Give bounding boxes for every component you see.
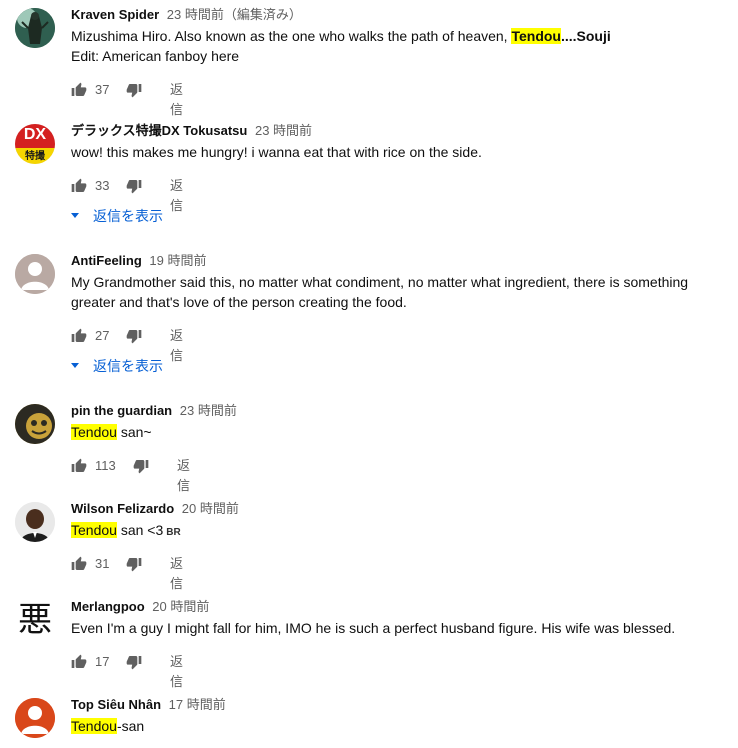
avatar-image (15, 404, 55, 444)
like-count: 17 (95, 654, 110, 669)
avatar[interactable] (15, 404, 55, 444)
avatar-image (15, 8, 55, 48)
comment-author[interactable]: AntiFeeling (71, 253, 142, 268)
like-icon[interactable] (71, 82, 87, 102)
highlighted-term: Tendou (71, 522, 117, 538)
dislike-icon[interactable] (133, 458, 149, 478)
comment-text: Even I'm a guy I might fall for him, IMO… (71, 620, 676, 636)
chevron-down-icon (71, 362, 79, 368)
dislike-icon[interactable] (126, 328, 142, 348)
reply-button[interactable]: 返信 (170, 326, 183, 363)
like-count: 31 (95, 556, 110, 571)
comment-author[interactable]: Merlangpoo (71, 599, 145, 614)
like-icon[interactable] (71, 328, 87, 348)
reply-button[interactable]: 返信 (170, 176, 183, 213)
comment-text: Tendou-san (71, 718, 145, 734)
like-icon[interactable] (71, 654, 87, 674)
comment-author[interactable]: Wilson Felizardo (71, 501, 174, 516)
reply-button[interactable]: 返信 (170, 652, 183, 689)
avatar[interactable] (15, 698, 55, 738)
like-icon[interactable] (71, 458, 87, 478)
avatar[interactable]: DX 特撮 (15, 124, 55, 164)
like-count: 33 (95, 178, 110, 193)
default-avatar-icon (15, 698, 55, 738)
avatar-image (15, 502, 55, 542)
reply-button[interactable]: 返信 (170, 80, 183, 117)
comment-author[interactable]: pin the guardian (71, 403, 172, 418)
avatar-logo-subtext: 特撮 (25, 151, 45, 162)
comment-timestamp[interactable]: 23 時間前 (180, 403, 237, 418)
reply-button[interactable]: 返信 (177, 456, 190, 493)
avatar-glyph: 悪 (18, 600, 52, 640)
dislike-icon[interactable] (126, 82, 142, 102)
dislike-icon[interactable] (126, 556, 142, 576)
flag-emoji: BR (166, 527, 181, 538)
show-replies-button[interactable]: 返信を表示 (71, 206, 163, 226)
comment-text: Tendou san <3 BR (71, 522, 181, 538)
avatar[interactable] (15, 254, 55, 294)
comment-timestamp[interactable]: 19 時間前 (149, 253, 206, 268)
comment-author[interactable]: Kraven Spider (71, 7, 159, 22)
like-count: 113 (95, 458, 116, 473)
avatar[interactable]: 悪 (15, 600, 55, 640)
highlighted-term: Tendou (511, 28, 561, 44)
highlighted-term: Tendou (71, 718, 117, 734)
like-count: 37 (95, 82, 110, 97)
comment-text: Mizushima Hiro. Also known as the one wh… (71, 28, 611, 64)
chevron-down-icon (71, 212, 79, 218)
edited-label: （編集済み） (223, 7, 302, 22)
comment-text: My Grandmother said this, no matter what… (71, 274, 689, 310)
dislike-icon[interactable] (126, 654, 142, 674)
comment-timestamp[interactable]: 23 時間前 (167, 7, 224, 22)
show-replies-button[interactable]: 返信を表示 (71, 356, 163, 376)
comment-text: wow! this makes me hungry! i wanna eat t… (71, 144, 482, 160)
comment-timestamp[interactable]: 23 時間前 (255, 123, 312, 138)
like-count: 27 (95, 328, 110, 343)
comment-timestamp[interactable]: 20 時間前 (182, 501, 239, 516)
dislike-icon[interactable] (126, 178, 142, 198)
like-icon[interactable] (71, 178, 87, 198)
avatar-logo-text: DX (23, 126, 47, 143)
avatar[interactable] (15, 502, 55, 542)
comment-author[interactable]: デラックス特撮DX Tokusatsu (71, 123, 247, 138)
default-avatar-icon (15, 254, 55, 294)
reply-button[interactable]: 返信 (170, 554, 183, 591)
highlighted-term: Tendou (71, 424, 117, 440)
comment-timestamp[interactable]: 17 時間前 (169, 697, 226, 712)
comment-timestamp[interactable]: 20 時間前 (152, 599, 209, 614)
avatar[interactable] (15, 8, 55, 48)
comment-author[interactable]: Top Siêu Nhân (71, 697, 161, 712)
like-icon[interactable] (71, 556, 87, 576)
comment-text: Tendou san~ (71, 424, 152, 440)
